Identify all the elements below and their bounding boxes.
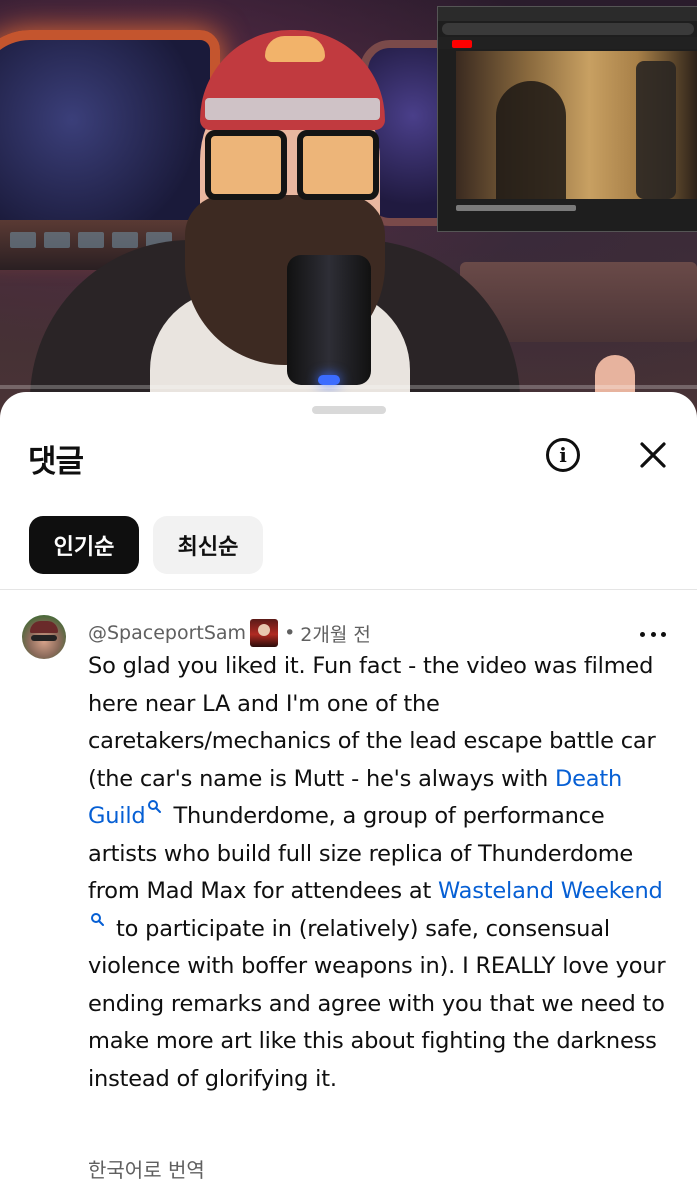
youtube-logo — [452, 40, 472, 48]
search-icon[interactable] — [147, 799, 163, 819]
comment-author[interactable]: @SpaceportSam — [88, 622, 246, 644]
sheet-title: 댓글 — [28, 444, 84, 480]
comment-time: 2개월 전 — [300, 623, 371, 646]
video-player[interactable] — [0, 0, 697, 420]
streamer-glasses — [205, 130, 379, 200]
overlay-tabs — [438, 7, 697, 21]
streamer-cap-band — [205, 98, 380, 120]
member-badge-icon — [250, 619, 279, 647]
avatar[interactable] — [22, 615, 66, 659]
comments-sheet: 댓글 i 인기순 최신순 @SpaceportSam • 2개월 전 So gl… — [0, 392, 697, 1200]
comment-header: @SpaceportSam • 2개월 전 — [88, 618, 371, 648]
more-vert-icon[interactable] — [640, 624, 666, 644]
video-progress-bar[interactable] — [0, 385, 697, 389]
overlay-figure-right — [636, 61, 676, 199]
overlay-url-bar — [442, 23, 694, 35]
drag-handle[interactable] — [312, 406, 386, 414]
sort-chip-newest[interactable]: 최신순 — [153, 516, 263, 574]
browser-overlay — [437, 6, 697, 232]
translate-button[interactable]: 한국어로 번역 — [88, 1154, 205, 1183]
divider — [0, 589, 697, 590]
comment-text-part: to participate in (relatively) safe, con… — [88, 915, 666, 1092]
search-link-wasteland-weekend[interactable]: Wasteland Weekend — [438, 878, 663, 904]
cap-logo — [265, 36, 325, 62]
comment-text: So glad you liked it. Fun fact - the vid… — [88, 648, 668, 1098]
sort-chip-top[interactable]: 인기순 — [29, 516, 139, 574]
microphone — [287, 255, 371, 385]
close-icon[interactable] — [634, 436, 672, 474]
overlay-toolbar — [438, 37, 697, 49]
overlay-video-meta — [456, 205, 576, 211]
overlay-video-frame — [456, 51, 697, 199]
overlay-figure — [496, 81, 566, 199]
search-icon[interactable] — [90, 912, 106, 932]
comment-separator: • — [284, 622, 296, 644]
info-icon[interactable]: i — [546, 438, 580, 472]
microphone-light — [318, 375, 340, 385]
spaceship-window — [0, 30, 220, 250]
